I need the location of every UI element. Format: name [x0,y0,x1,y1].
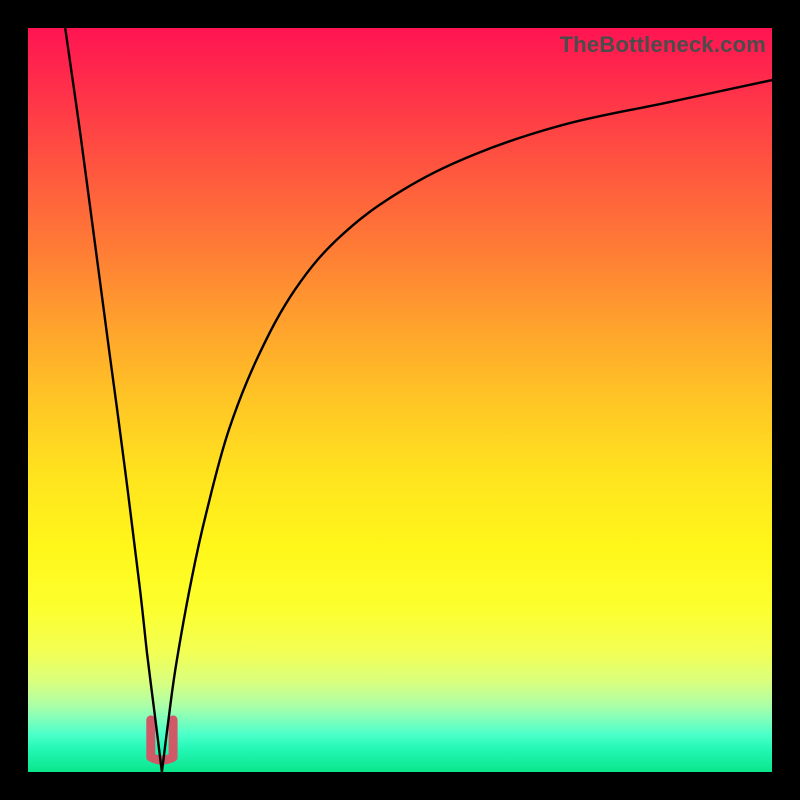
chart-frame: TheBottleneck.com [0,0,800,800]
plot-area: TheBottleneck.com [28,28,772,772]
right-branch-curve [162,80,772,772]
left-branch-curve [65,28,162,772]
curves-svg [28,28,772,772]
nub-marker [151,720,173,760]
